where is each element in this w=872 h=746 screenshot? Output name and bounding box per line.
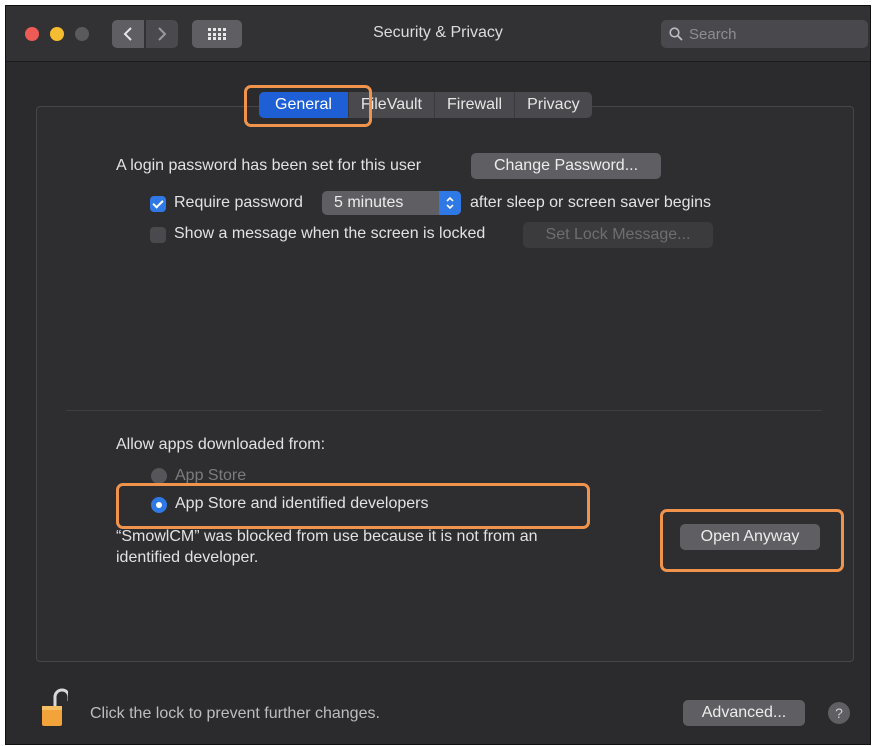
search-icon	[669, 27, 683, 41]
show-message-label: Show a message when the screen is locked	[174, 225, 486, 242]
allow-apps-heading: Allow apps downloaded from:	[116, 436, 326, 453]
require-password-checkbox[interactable]	[150, 196, 166, 212]
tab-filevault[interactable]: FileVault	[349, 92, 435, 118]
tab-firewall[interactable]: Firewall	[435, 92, 516, 118]
app-store-label: App Store	[175, 467, 247, 484]
title-bar: Security & Privacy	[6, 6, 870, 62]
search-field[interactable]	[661, 20, 868, 48]
help-button[interactable]: ?	[828, 702, 850, 724]
tab-general[interactable]: General	[259, 92, 349, 118]
set-lock-message-button[interactable]: Set Lock Message...	[523, 222, 713, 248]
search-input[interactable]	[687, 24, 861, 44]
login-password-text: A login password has been set for this u…	[116, 157, 422, 174]
require-password-label: Require password	[174, 194, 303, 211]
select-chevron-icon	[439, 191, 461, 215]
after-sleep-text: after sleep or screen saver begins	[470, 194, 712, 211]
require-password-delay-value: 5 minutes	[334, 194, 404, 211]
security-privacy-window: Security & Privacy General FileVault Fir…	[5, 5, 871, 745]
app-store-identified-label: App Store and identified developers	[175, 495, 429, 512]
app-store-radio[interactable]	[151, 468, 167, 484]
advanced-button[interactable]: Advanced...	[683, 700, 805, 726]
lock-icon[interactable]	[40, 688, 71, 728]
blocked-message-line1: “SmowlCM” was blocked from use because i…	[116, 528, 538, 545]
tab-privacy[interactable]: Privacy	[515, 92, 591, 118]
open-anyway-button[interactable]: Open Anyway	[680, 524, 820, 550]
blocked-message-line2: identified developer.	[116, 549, 259, 566]
lock-status-text: Click the lock to prevent further change…	[90, 705, 380, 722]
section-divider	[66, 410, 822, 411]
app-store-identified-radio[interactable]	[151, 497, 167, 513]
general-panel	[36, 106, 854, 662]
show-message-checkbox[interactable]	[150, 227, 166, 243]
require-password-delay-select[interactable]: 5 minutes	[322, 191, 461, 215]
change-password-button[interactable]: Change Password...	[471, 153, 661, 179]
tab-bar: General FileVault Firewall Privacy	[259, 92, 592, 118]
